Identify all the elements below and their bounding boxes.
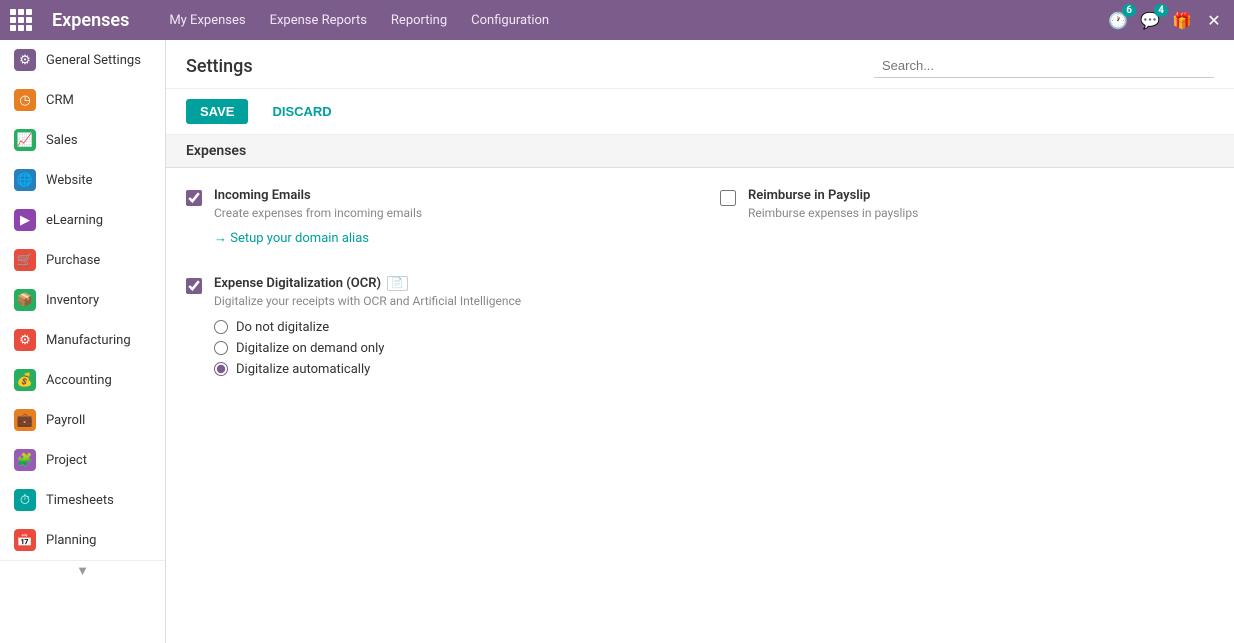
sidebar-item-accounting[interactable]: 💰 Accounting: [0, 360, 165, 400]
manufacturing-icon: ⚙: [14, 329, 36, 351]
sidebar-label-sales: Sales: [46, 133, 78, 148]
topbar-right: 🕐 6 💬 4 🎁 ✕: [1108, 10, 1224, 30]
sidebar-item-payroll[interactable]: 💼 Payroll: [0, 400, 165, 440]
purchase-icon: 🛒: [14, 249, 36, 271]
incoming-emails-check[interactable]: [186, 190, 202, 246]
sidebar-item-planning[interactable]: 📅 Planning: [0, 520, 165, 560]
setting-incoming-emails: Incoming Emails Create expenses from inc…: [186, 188, 680, 246]
sidebar-label-purchase: Purchase: [46, 253, 100, 268]
apps-menu-icon[interactable]: [10, 9, 32, 31]
sidebar-label-elearning: eLearning: [46, 213, 103, 228]
sidebar-label-planning: Planning: [46, 533, 96, 548]
nav-reporting[interactable]: Reporting: [381, 7, 457, 34]
inventory-icon: 📦: [14, 289, 36, 311]
sidebar-scroll-down[interactable]: ▼: [0, 560, 165, 580]
reimburse-payslip-check[interactable]: [720, 190, 736, 246]
page-title: Settings: [186, 56, 253, 77]
reimburse-payslip-label: Reimburse in Payslip: [748, 188, 918, 203]
sales-icon: 📈: [14, 129, 36, 151]
ocr-icon: 📄: [387, 276, 407, 291]
nav-expense-reports[interactable]: Expense Reports: [260, 7, 377, 34]
chat-badge: 4: [1154, 4, 1168, 17]
sidebar-label-general-settings: General Settings: [46, 53, 141, 68]
payroll-icon: 💼: [14, 409, 36, 431]
no-digitalize-label: Do not digitalize: [236, 320, 329, 335]
sidebar-item-inventory[interactable]: 📦 Inventory: [0, 280, 165, 320]
project-icon: 🧩: [14, 449, 36, 471]
discard-button[interactable]: DISCARD: [258, 99, 345, 124]
incoming-emails-label: Incoming Emails: [214, 188, 422, 203]
sidebar-item-general-settings[interactable]: ⚙ General Settings: [0, 40, 165, 80]
automatically-radio[interactable]: [214, 362, 228, 376]
app-layout: ⚙ General Settings ◷ CRM 📈 Sales 🌐 Websi…: [0, 40, 1234, 643]
radio-automatically[interactable]: Digitalize automatically: [214, 362, 521, 377]
accounting-icon: 💰: [14, 369, 36, 391]
digitalization-radio-group: Do not digitalize Digitalize on demand o…: [214, 320, 521, 377]
radio-on-demand[interactable]: Digitalize on demand only: [214, 341, 521, 356]
clock-badge: 6: [1122, 4, 1136, 17]
expense-digitalization-desc: Digitalize your receipts with OCR and Ar…: [214, 293, 521, 310]
sidebar-item-project[interactable]: 🧩 Project: [0, 440, 165, 480]
main-content: Settings SAVE DISCARD Expenses: [166, 40, 1234, 643]
expense-digitalization-label: Expense Digitalization (OCR) 📄: [214, 276, 521, 291]
planning-icon: 📅: [14, 529, 36, 551]
settings-row-1: Incoming Emails Create expenses from inc…: [186, 188, 1214, 246]
sidebar-label-project: Project: [46, 453, 87, 468]
clock-activity-icon[interactable]: 🕐 6: [1108, 10, 1128, 30]
reimburse-payslip-checkbox[interactable]: [720, 190, 736, 206]
website-icon: 🌐: [14, 169, 36, 191]
sidebar-label-manufacturing: Manufacturing: [46, 333, 131, 348]
chat-icon[interactable]: 💬 4: [1140, 10, 1160, 30]
sidebar-item-timesheets[interactable]: ⏱ Timesheets: [0, 480, 165, 520]
elearning-icon: ▶: [14, 209, 36, 231]
setup-domain-alias-link[interactable]: → Setup your domain alias: [214, 230, 369, 246]
search-input[interactable]: [874, 54, 1214, 78]
nav-configuration[interactable]: Configuration: [461, 7, 559, 34]
sidebar-item-sales[interactable]: 📈 Sales: [0, 120, 165, 160]
settings-row-2: Expense Digitalization (OCR) 📄 Digitaliz…: [186, 276, 1214, 377]
setting-expense-digitalization: Expense Digitalization (OCR) 📄 Digitaliz…: [186, 276, 1214, 377]
sidebar-label-inventory: Inventory: [46, 293, 99, 308]
automatically-label: Digitalize automatically: [236, 362, 370, 377]
crm-icon: ◷: [14, 89, 36, 111]
save-button[interactable]: SAVE: [186, 99, 248, 124]
close-icon[interactable]: ✕: [1204, 10, 1224, 30]
sidebar-item-elearning[interactable]: ▶ eLearning: [0, 200, 165, 240]
sidebar-label-website: Website: [46, 173, 93, 188]
section-body-expenses: Incoming Emails Create expenses from inc…: [166, 168, 1234, 427]
sidebar-item-purchase[interactable]: 🛒 Purchase: [0, 240, 165, 280]
no-digitalize-radio[interactable]: [214, 320, 228, 334]
app-brand: Expenses: [52, 10, 129, 31]
radio-no-digitalize[interactable]: Do not digitalize: [214, 320, 521, 335]
incoming-emails-desc: Create expenses from incoming emails: [214, 205, 422, 222]
settings-content: Expenses Incoming Emails Create expenses…: [166, 135, 1234, 427]
sidebar: ⚙ General Settings ◷ CRM 📈 Sales 🌐 Websi…: [0, 40, 166, 643]
sidebar-label-timesheets: Timesheets: [46, 493, 114, 508]
setting-reimburse-payslip: Reimburse in Payslip Reimburse expenses …: [720, 188, 1214, 246]
sidebar-item-crm[interactable]: ◷ CRM: [0, 80, 165, 120]
action-bar: SAVE DISCARD: [166, 89, 1234, 135]
incoming-emails-checkbox[interactable]: [186, 190, 202, 206]
sidebar-item-manufacturing[interactable]: ⚙ Manufacturing: [0, 320, 165, 360]
topbar: Expenses My Expenses Expense Reports Rep…: [0, 0, 1234, 40]
on-demand-label: Digitalize on demand only: [236, 341, 384, 356]
sidebar-label-payroll: Payroll: [46, 413, 85, 428]
gift-icon[interactable]: 🎁: [1172, 10, 1192, 30]
general-settings-icon: ⚙: [14, 49, 36, 71]
sidebar-item-website[interactable]: 🌐 Website: [0, 160, 165, 200]
section-header-expenses: Expenses: [166, 135, 1234, 168]
nav-my-expenses[interactable]: My Expenses: [159, 7, 255, 34]
sidebar-label-crm: CRM: [46, 93, 74, 108]
timesheets-icon: ⏱: [14, 489, 36, 511]
expense-digitalization-check[interactable]: [186, 278, 202, 377]
on-demand-radio[interactable]: [214, 341, 228, 355]
reimburse-payslip-desc: Reimburse expenses in payslips: [748, 205, 918, 222]
sidebar-label-accounting: Accounting: [46, 373, 112, 388]
expense-digitalization-checkbox[interactable]: [186, 278, 202, 294]
settings-header: Settings: [166, 40, 1234, 89]
topbar-nav: My Expenses Expense Reports Reporting Co…: [159, 7, 1088, 34]
